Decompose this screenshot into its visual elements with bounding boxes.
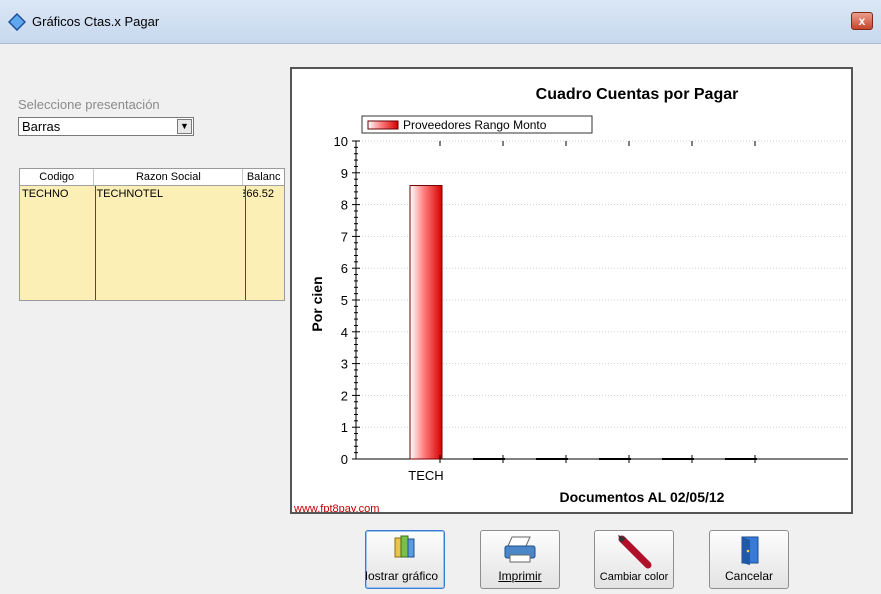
legend: Proveedores Rango Monto <box>361 115 593 134</box>
chevron-down-icon[interactable]: ▼ <box>177 119 192 134</box>
title-bar: Gráficos Ctas.x Pagar x <box>0 0 881 44</box>
accounts-table[interactable]: Codigo Razon Social Balanc TECHNO TECHNO… <box>19 168 285 301</box>
show-chart-label: Mostrar gráfico <box>366 569 439 583</box>
y-tick-label: 10 <box>334 134 348 149</box>
chart-panel: 0 1 2 3 4 5 6 7 8 9 10 TECH Cuadro Cuentas por Paga… <box>290 67 853 514</box>
bar-tech <box>409 185 443 460</box>
column-divider <box>245 186 246 300</box>
change-color-button[interactable]: Cambiar color <box>594 530 674 589</box>
column-header-balance[interactable]: Balanc <box>243 169 284 185</box>
y-tick-label: 2 <box>341 388 348 403</box>
y-tick-label: 8 <box>341 198 348 213</box>
printer-icon <box>504 536 536 563</box>
cancel-button[interactable]: Cancelar <box>709 530 789 589</box>
column-divider <box>95 186 96 300</box>
presentation-select-value: Barras <box>22 119 61 134</box>
x-axis-label: Documentos AL 02/05/12 <box>560 489 725 505</box>
y-tick-label: 5 <box>341 293 348 308</box>
ticks: 0 1 2 3 4 5 6 7 8 9 10 TECH <box>334 134 756 483</box>
y-tick-label: 0 <box>341 452 348 467</box>
legend-swatch <box>367 120 399 130</box>
change-color-label: Cambiar color <box>599 571 669 583</box>
pencil-icon <box>618 535 652 569</box>
close-button[interactable]: x <box>851 12 873 30</box>
bar-chart: 0 1 2 3 4 5 6 7 8 9 10 TECH Cuadro Cuentas por Paga… <box>293 86 848 512</box>
cell-balance: 366.52 <box>243 188 274 200</box>
exit-door-icon <box>741 536 759 565</box>
y-axis-label: Por cien <box>309 276 325 331</box>
chart-title: Cuadro Cuentas por Pagar <box>536 86 739 103</box>
cell-razon-social: TECHNOTEL <box>96 188 164 200</box>
y-tick-label: 7 <box>341 229 348 244</box>
table-header: Codigo Razon Social Balanc <box>20 169 284 186</box>
presentation-select[interactable]: Barras ▼ <box>18 117 194 136</box>
chart-books-icon <box>394 535 415 558</box>
bars <box>409 185 757 460</box>
x-tick-label: TECH <box>408 468 443 483</box>
cancel-label: Cancelar <box>724 569 774 583</box>
y-tick-label: 3 <box>341 357 348 372</box>
y-tick-label: 6 <box>341 261 348 276</box>
y-tick-label: 1 <box>341 420 348 435</box>
watermark: www.fpt8pay.com <box>293 503 379 512</box>
column-header-razon-social[interactable]: Razon Social <box>94 169 244 185</box>
y-tick-label: 4 <box>341 325 348 340</box>
presentation-label: Seleccione presentación <box>18 97 160 112</box>
window-title: Gráficos Ctas.x Pagar <box>32 14 160 29</box>
show-chart-button[interactable]: Mostrar gráfico <box>365 530 445 589</box>
app-icon <box>8 13 26 31</box>
cell-codigo: TECHNO <box>22 188 69 200</box>
legend-label: Proveedores Rango Monto <box>403 118 547 132</box>
column-header-codigo[interactable]: Codigo <box>20 169 95 185</box>
print-label: Imprimir <box>498 569 542 583</box>
y-tick-label: 9 <box>341 166 348 181</box>
print-button[interactable]: Imprimir <box>480 530 560 589</box>
